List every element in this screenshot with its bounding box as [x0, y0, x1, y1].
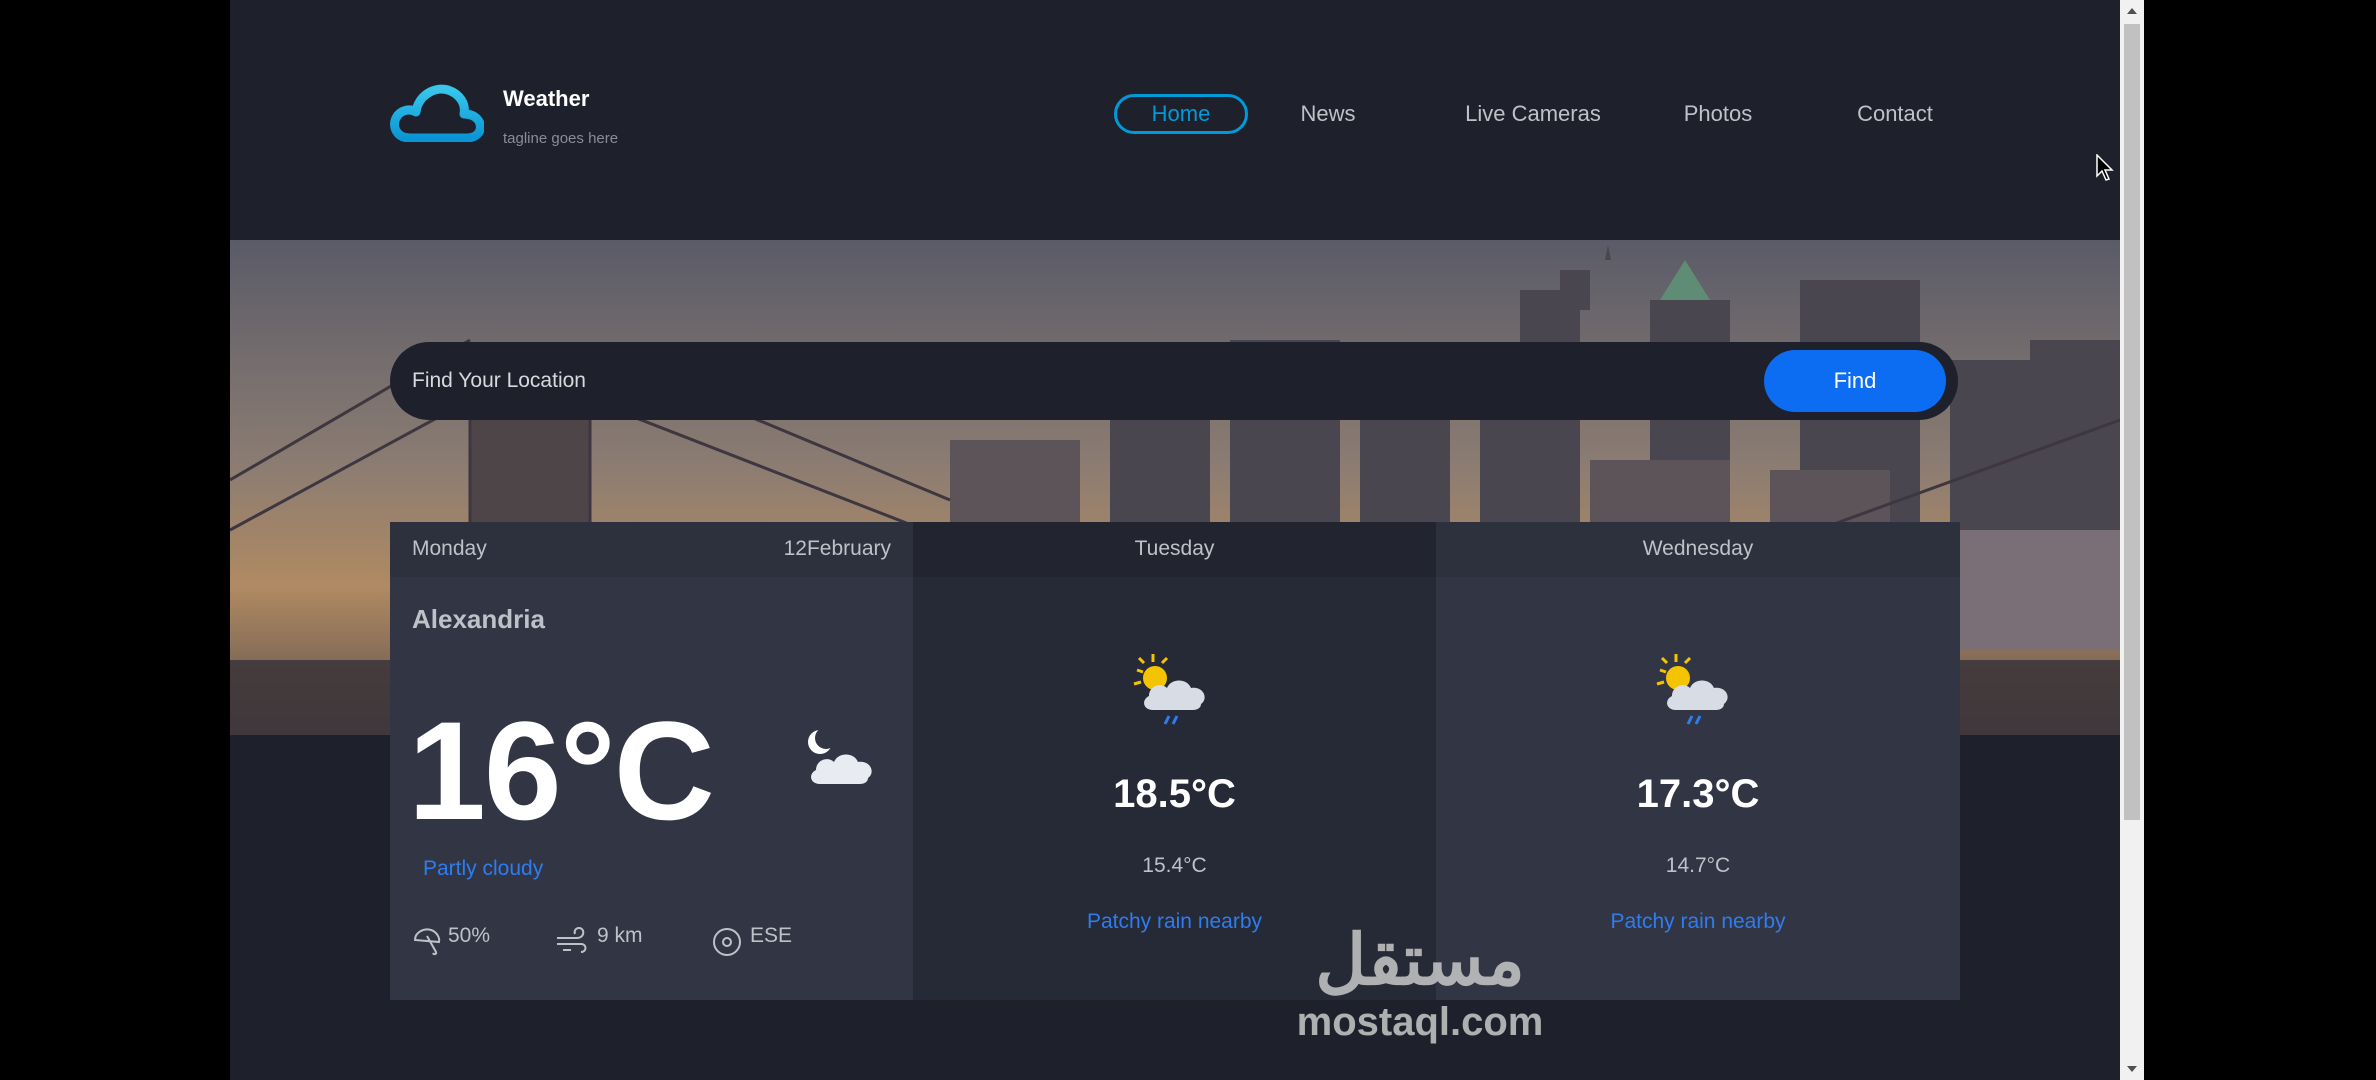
forecast-card-today: Monday 12February Alexandria 16°C Partly… — [390, 522, 913, 1000]
wind-icon — [557, 926, 587, 953]
nav-contact[interactable]: Contact — [1840, 94, 1950, 134]
card-header: Tuesday — [913, 522, 1436, 577]
wind-speed: 9 km — [597, 924, 643, 947]
condition-text: Partly cloudy — [423, 857, 544, 880]
cloud-logo-icon[interactable] — [390, 82, 484, 142]
nav-news[interactable]: News — [1280, 94, 1376, 134]
day-name: Wednesday — [1642, 537, 1754, 560]
forecast-panel: Monday 12February Alexandria 16°C Partly… — [390, 522, 1960, 1000]
city-name: Alexandria — [412, 604, 545, 634]
site-title[interactable]: Weather — [503, 86, 589, 112]
search-bar: Find — [390, 342, 1958, 420]
min-temperature: 15.4°C — [1142, 854, 1207, 877]
browser-viewport: Weather tagline goes here Home News Live… — [230, 0, 2120, 1080]
sun-cloud-rain-icon — [1133, 654, 1205, 725]
site-tagline: tagline goes here — [503, 130, 619, 147]
wind-direction: ESE — [750, 924, 793, 947]
day-name: Tuesday — [1134, 537, 1215, 560]
nav-photos[interactable]: Photos — [1670, 94, 1766, 134]
min-temperature: 14.7°C — [1665, 854, 1731, 877]
sun-cloud-rain-icon — [1656, 654, 1728, 725]
umbrella-icon — [413, 928, 441, 956]
night-partly-cloudy-icon — [808, 727, 872, 784]
scroll-down-arrow-icon[interactable] — [2127, 1066, 2137, 1072]
compass-icon — [713, 928, 741, 956]
card-header: Wednesday — [1436, 522, 1960, 577]
watermark-arabic: مستقل — [1315, 921, 1525, 999]
max-temperature: 17.3°C — [1636, 772, 1760, 816]
mouse-cursor-icon — [2096, 154, 2114, 181]
watermark: مستقل mostaql.com — [1275, 920, 1565, 1044]
day-name: Monday — [412, 537, 487, 560]
nav-live-cameras[interactable]: Live Cameras — [1448, 94, 1618, 134]
vertical-scrollbar[interactable] — [2120, 0, 2144, 1080]
find-button[interactable]: Find — [1764, 350, 1946, 412]
nav-home[interactable]: Home — [1114, 94, 1248, 134]
scrollbar-thumb[interactable] — [2124, 24, 2140, 820]
card-header: Monday 12February — [390, 522, 913, 577]
rain-chance: 50% — [448, 924, 491, 947]
date-label: 12February — [783, 537, 891, 560]
watermark-latin: mostaql.com — [1296, 1000, 1544, 1044]
location-search-input[interactable] — [412, 361, 1712, 401]
current-temperature: 16°C — [408, 692, 715, 849]
scroll-up-arrow-icon[interactable] — [2127, 8, 2137, 14]
max-temperature: 18.5°C — [1113, 772, 1236, 816]
